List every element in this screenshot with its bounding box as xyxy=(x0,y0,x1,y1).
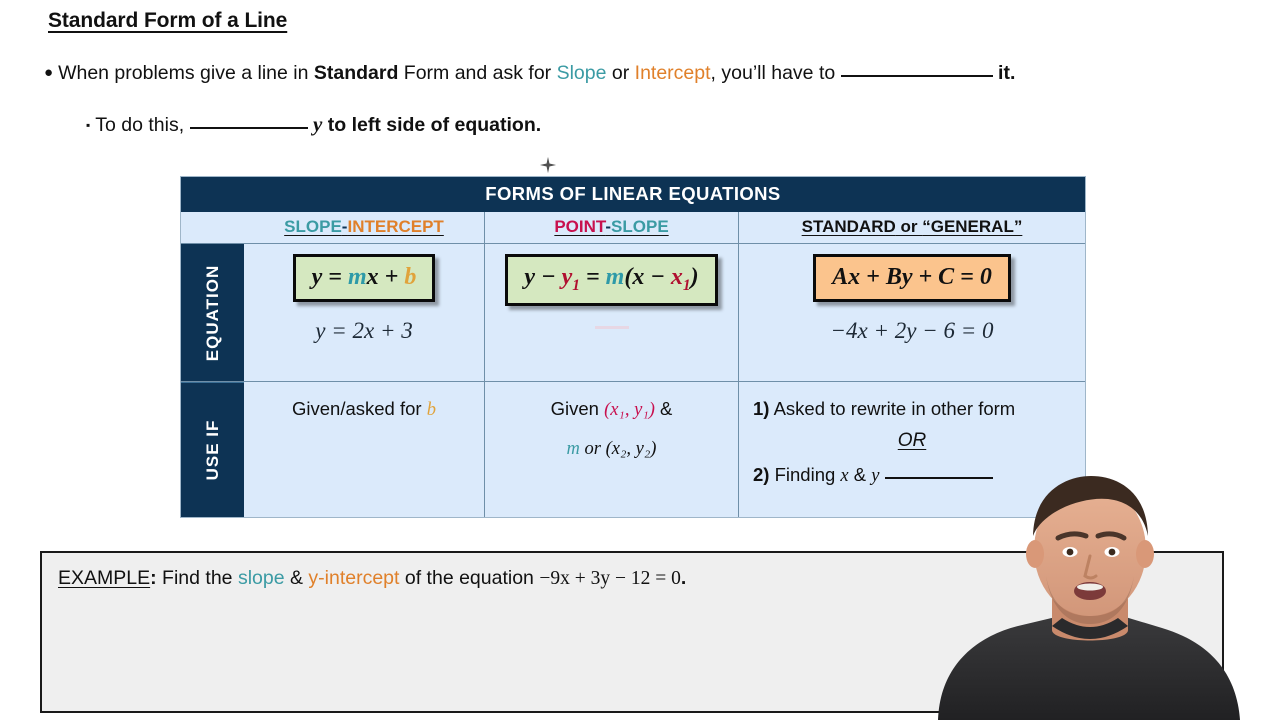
subheader-spacer xyxy=(181,212,244,243)
f2-y1: y1 xyxy=(561,264,580,294)
row-label-equation: EQUATION xyxy=(181,244,244,381)
u2-post: & xyxy=(654,398,673,419)
column-header-slope-intercept: SLOPE-INTERCEPT xyxy=(244,212,485,243)
col1-head-part2: INTERCEPT xyxy=(347,217,444,236)
formula-box-standard: Ax + By + C = 0 xyxy=(813,254,1011,303)
row-label-equation-text: EQUATION xyxy=(202,264,222,361)
bullet-level2: ▪ To do this, y to left side of equation. xyxy=(86,112,541,137)
example-equation-standard: −4x + 2y − 6 = 0 xyxy=(830,318,994,344)
u2-m: m xyxy=(566,439,580,460)
u2-mid: or xyxy=(579,439,606,460)
bullet1-mid1: Form and ask for xyxy=(398,62,557,84)
forms-of-linear-equations-table: FORMS OF LINEAR EQUATIONS SLOPE-INTERCEP… xyxy=(180,176,1086,518)
column-header-standard-general: STANDARD or “GENERAL” xyxy=(739,212,1085,243)
f1-b: b xyxy=(404,264,417,290)
u3-x: x xyxy=(840,466,849,487)
bullet1-slope-word: Slope xyxy=(556,62,607,84)
f2-x1: x1 xyxy=(670,264,691,294)
cell-equation-standard: Ax + By + C = 0 −4x + 2y − 6 = 0 xyxy=(739,244,1085,381)
f2-y: y xyxy=(524,264,536,290)
bullet-level1: ● When problems give a line in Standard F… xyxy=(44,62,1015,85)
example-slope-word: slope xyxy=(237,567,285,589)
page-title: Standard Form of a Line xyxy=(48,9,288,32)
u2-pair1: (x₁, y₁) xyxy=(604,400,655,420)
bullet1-intercept-word: Intercept xyxy=(634,62,711,84)
example-equation: −9x + 3y − 12 = 0 xyxy=(539,568,681,589)
u2-pair2: (x₂, y₂) xyxy=(605,439,657,460)
f2-x: x xyxy=(632,264,645,290)
cell-use-if-standard: 1) Asked to rewrite in other form OR 2) … xyxy=(739,382,1085,517)
bullet-dot-icon: ● xyxy=(44,64,54,81)
cell-equation-slope-intercept: y = mx + b y = 2x + 3 xyxy=(244,244,485,381)
example-equation-slope-intercept: y = 2x + 3 xyxy=(315,318,413,344)
example-post: of the equation xyxy=(399,567,540,589)
table-row-equation: EQUATION y = mx + b y = 2x + 3 y − y1 = … xyxy=(181,244,1085,381)
f1-plus: + xyxy=(378,264,405,290)
u1-text: Given/asked for xyxy=(292,398,427,419)
example-problem-statement: EXAMPLE: Find the slope & y-intercept of… xyxy=(58,567,1206,590)
bullet1-mid2: or xyxy=(606,62,635,84)
cell-use-if-slope-intercept: Given/asked for b xyxy=(244,382,485,517)
bullet2-fill-blank xyxy=(189,127,308,129)
use-if-text-col1: Given/asked for b xyxy=(252,396,476,423)
f1-eq: = xyxy=(322,264,348,290)
use-if-item2-blank xyxy=(884,477,993,480)
u3-amp: & xyxy=(848,464,872,486)
bullet2-variable: y xyxy=(313,112,323,136)
f1-y: y xyxy=(311,264,323,290)
f1-x: x xyxy=(366,264,379,290)
bullet1-post: it. xyxy=(992,62,1016,84)
example-label: EXAMPLE xyxy=(58,567,151,589)
col3-head-sep: or xyxy=(895,217,923,236)
column-header-point-slope: POINT-SLOPE xyxy=(485,212,739,243)
table-row-use-if: USE IF Given/asked for b Given (x₁, y₁) … xyxy=(181,381,1085,517)
example-pre: Find the xyxy=(162,567,238,589)
bullet1-mid3: , you’ll have to xyxy=(710,62,841,84)
example-intercept-word: y-intercept xyxy=(308,567,400,589)
u2-pre: Given xyxy=(550,398,605,419)
f2-close: ) xyxy=(690,264,699,290)
col2-head-part1: POINT xyxy=(554,217,606,236)
col3-head-part2: “GENERAL” xyxy=(922,217,1023,236)
example-mid: & xyxy=(284,567,309,589)
col3-head-part1: STANDARD xyxy=(801,217,896,236)
use-if-or-separator: OR xyxy=(897,430,927,452)
bullet1-fill-blank xyxy=(840,75,993,77)
col2-head-part2: SLOPE xyxy=(611,217,669,236)
use-if-text-col2-line1: Given (x₁, y₁) & xyxy=(493,396,730,423)
f2-minus2: − xyxy=(644,264,671,290)
bullet1-pre: When problems give a line in xyxy=(58,62,314,84)
bullet1-bold-word: Standard xyxy=(313,62,399,84)
example-colon: : xyxy=(150,567,163,589)
f2-m: m xyxy=(605,264,625,290)
row-label-use-if-text: USE IF xyxy=(202,419,222,481)
u3-text2: Finding xyxy=(769,464,841,486)
bullet-square-icon: ▪ xyxy=(86,118,91,132)
f2-minus: − xyxy=(535,264,562,290)
cell-equation-point-slope: y − y1 = m(x − x1) xyxy=(485,244,739,381)
cell-use-if-point-slope: Given (x₁, y₁) & m or (x₂, y₂) xyxy=(485,382,739,517)
use-if-text-col2-line2: m or (x₂, y₂) xyxy=(493,435,730,462)
row-label-use-if: USE IF xyxy=(181,382,244,517)
formula-box-point-slope: y − y1 = m(x − x1) xyxy=(505,254,718,306)
use-if-item-2: 2) Finding x & y xyxy=(747,462,1077,489)
pointer-cursor-icon xyxy=(539,156,557,174)
f2-eq: = xyxy=(579,264,606,290)
u3-y: y xyxy=(871,466,880,487)
erased-annotation-mark xyxy=(594,325,629,329)
table-subheader-row: SLOPE-INTERCEPT POINT-SLOPE STANDARD or … xyxy=(181,212,1085,244)
example-period: . xyxy=(680,567,687,589)
bullet2-post: to left side of equation. xyxy=(322,114,542,136)
use-if-item-1: 1) Asked to rewrite in other form xyxy=(747,396,1077,422)
table-title: FORMS OF LINEAR EQUATIONS xyxy=(181,177,1085,212)
u3-num1: 1) xyxy=(753,398,770,419)
bullet2-pre: To do this, xyxy=(95,114,190,136)
col1-head-part1: SLOPE xyxy=(284,217,342,236)
formula-box-slope-intercept: y = mx + b xyxy=(292,254,436,303)
u3-num2: 2) xyxy=(753,464,770,486)
example-box: EXAMPLE: Find the slope & y-intercept of… xyxy=(40,551,1224,713)
u1-var: b xyxy=(426,400,436,420)
u3-text1: Asked to rewrite in other form xyxy=(769,398,1016,419)
f1-m: m xyxy=(347,264,367,290)
